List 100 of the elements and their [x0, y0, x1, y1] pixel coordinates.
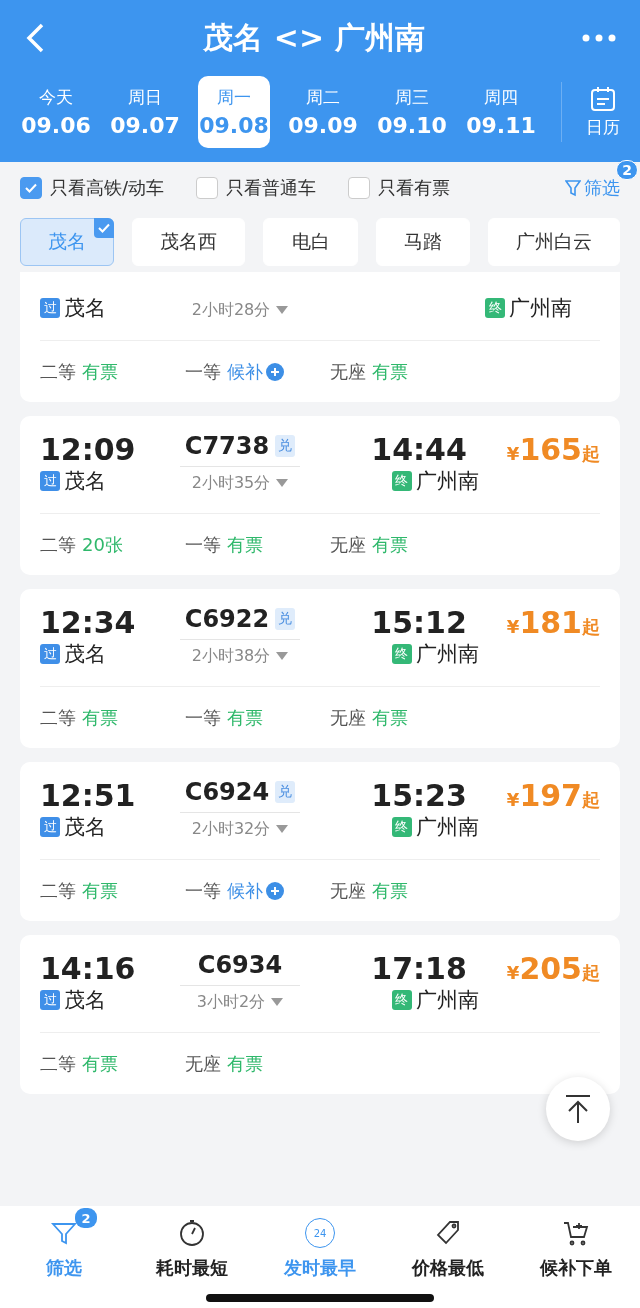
terminal-tag: 终 — [391, 817, 412, 837]
arrival-time: 15:23 — [371, 778, 467, 813]
arrival-station: 广州南 — [415, 814, 479, 841]
terminal-tag: 终 — [391, 990, 412, 1010]
seat-availability: 无座 有票 — [330, 359, 409, 384]
scroll-top-button[interactable] — [546, 1077, 610, 1141]
caret-icon — [271, 998, 284, 1006]
count-badge: 2 — [75, 1208, 97, 1228]
seat-availability: 二等 有票 — [40, 705, 119, 730]
departure-station: 茂名 — [64, 468, 106, 495]
pass-tag: 过 — [40, 817, 60, 837]
caret-icon — [276, 825, 289, 833]
duration-toggle[interactable]: 2小时28分 — [180, 295, 300, 321]
seat-availability: 一等 有票 — [185, 705, 264, 730]
tick-icon — [24, 181, 38, 195]
train-card[interactable]: 12:09 C7738 兑 14:44 ¥165起 过 茂名 2小时35分 终 广州南 二等 20张 一等 有票 无座 有票 — [20, 416, 620, 575]
stopwatch-icon — [177, 1218, 207, 1248]
arrival-station: 广州南 — [509, 295, 572, 322]
filter-checkbox[interactable]: 只看高铁/动车 — [20, 176, 165, 200]
calendar-button[interactable]: 日历 — [561, 82, 630, 142]
station-chip[interactable]: 茂名西 — [132, 218, 246, 266]
terminal-tag: 终 — [485, 298, 505, 318]
filter-button[interactable]: 筛选 2 — [565, 160, 638, 200]
departure-station: 茂名 — [64, 987, 106, 1014]
filter-checkbox[interactable]: 只看有票 — [348, 176, 451, 200]
arrow-up-icon — [564, 1094, 592, 1124]
exchange-tag: 兑 — [275, 608, 296, 630]
date-tab[interactable]: 周日 09.07 — [109, 76, 181, 148]
duration-toggle[interactable]: 3小时2分 — [180, 987, 300, 1013]
date-tab[interactable]: 周二 09.09 — [287, 76, 359, 148]
calendar-icon — [590, 85, 616, 112]
station-chip[interactable]: 马踏 — [375, 218, 470, 266]
arrival-station: 广州南 — [415, 987, 479, 1014]
count-badge: 2 — [616, 160, 638, 180]
seat-availability: 一等 有票 — [185, 532, 264, 557]
back-icon — [24, 22, 46, 54]
duration-toggle[interactable]: 2小时32分 — [180, 814, 300, 840]
sort-tab[interactable]: 价格最低 — [384, 1206, 512, 1308]
date-tab[interactable]: 周一 09.08 — [198, 76, 270, 148]
train-card[interactable]: 12:34 C6922 兑 15:12 ¥181起 过 茂名 2小时38分 终 广州南 二等 有票 一等 有票 无座 有票 — [20, 589, 620, 748]
exchange-tag: 兑 — [275, 435, 296, 457]
duration-toggle[interactable]: 2小时38分 — [180, 641, 300, 667]
seat-availability: 一等 候补 — [185, 878, 330, 903]
departure-time: 14:16 — [40, 951, 136, 986]
departure-station: 茂名 — [64, 295, 106, 322]
arrival-time: 14:44 — [371, 432, 467, 467]
departure-station: 茂名 — [64, 641, 106, 668]
sort-tab[interactable]: 2 筛选 — [0, 1206, 128, 1308]
price: ¥165起 — [506, 432, 600, 467]
date-tab[interactable]: 周三 09.10 — [376, 76, 448, 148]
arrival-time: 17:18 — [371, 951, 467, 986]
train-number: C6922 — [184, 605, 270, 633]
seat-availability: 无座 有票 — [185, 1051, 264, 1076]
train-number: C6934 — [197, 951, 283, 979]
sort-tab[interactable]: 耗时最短 — [128, 1206, 256, 1308]
station-chip[interactable]: 电白 — [263, 218, 358, 266]
train-card[interactable]: 14:16 C6934 17:18 ¥205起 过 茂名 3小时2分 终 广州南 二等 有票 无座 有票 — [20, 935, 620, 1094]
departure-time: 12:51 — [40, 778, 136, 813]
seat-availability: 二等 有票 — [40, 1051, 119, 1076]
station-chip[interactable]: 广州白云 — [487, 218, 620, 266]
train-number: C6924 — [184, 778, 270, 806]
station-chip[interactable]: 茂名 — [20, 218, 115, 266]
train-card[interactable]: 12:51 C6924 兑 15:23 ¥197起 过 茂名 2小时32分 终 广州南 二等 有票 一等 候补 无座 有票 — [20, 762, 620, 921]
terminal-tag: 终 — [391, 471, 412, 491]
date-tab[interactable]: 周四 09.11 — [465, 76, 537, 148]
seat-availability: 二等 20张 — [40, 532, 124, 557]
seat-availability: 无座 有票 — [330, 878, 409, 903]
train-number: C7738 — [184, 432, 270, 460]
more-icon — [582, 34, 616, 42]
price: ¥181起 — [506, 605, 600, 640]
seat-availability: 一等 候补 — [185, 359, 330, 384]
duration-toggle[interactable]: 2小时35分 — [180, 468, 300, 494]
arrival-station: 广州南 — [415, 468, 479, 495]
pass-tag: 过 — [40, 990, 60, 1010]
caret-icon — [276, 306, 289, 314]
departure-time: 12:09 — [40, 432, 136, 467]
route-title: 茂名 <> 广州南 — [203, 18, 425, 57]
train-card[interactable]: 过 茂名 2小时28分 终 广州南 二等 有票 一等 候补 无座 有票 — [20, 272, 620, 402]
filter-icon — [565, 179, 581, 197]
departure-station: 茂名 — [64, 814, 106, 841]
price: ¥205起 — [506, 951, 600, 986]
seat-availability: 无座 有票 — [330, 705, 409, 730]
plus-icon — [266, 881, 284, 900]
caret-icon — [276, 652, 289, 660]
seat-availability: 二等 有票 — [40, 359, 119, 384]
sort-tab[interactable]: 候补下单 — [512, 1206, 640, 1308]
terminal-tag: 终 — [391, 644, 412, 664]
pass-tag: 过 — [40, 471, 60, 491]
pass-tag: 过 — [40, 644, 60, 664]
filter-checkbox[interactable]: 只看普通车 — [196, 176, 317, 200]
seat-availability: 无座 有票 — [330, 532, 409, 557]
date-tab[interactable]: 今天 09.06 — [20, 76, 92, 148]
exchange-tag: 兑 — [275, 781, 296, 803]
caret-icon — [276, 479, 289, 487]
arrival-time: 15:12 — [371, 605, 467, 640]
pass-tag: 过 — [40, 298, 60, 318]
departure-time: 12:34 — [40, 605, 136, 640]
arrival-station: 广州南 — [415, 641, 479, 668]
plus-icon — [266, 362, 284, 381]
price: ¥197起 — [506, 778, 600, 813]
